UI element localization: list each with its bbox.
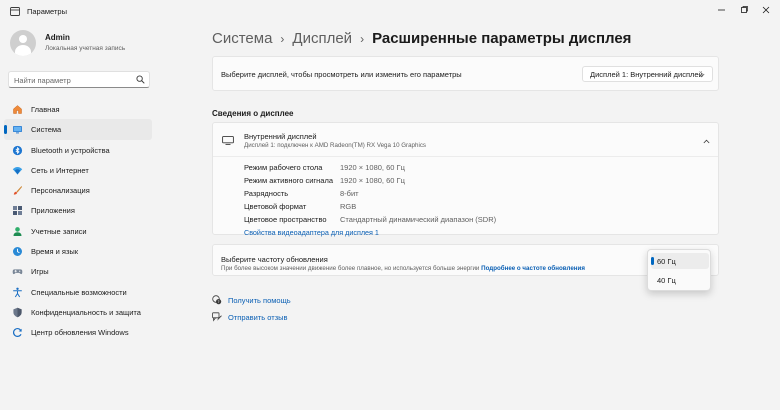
system-icon [12,124,23,135]
main-content: Система › Дисплей › Расширенные параметр… [160,22,780,410]
window-title: Параметры [27,7,67,16]
sidebar-item-gaming[interactable]: Игры [4,261,152,281]
account-type: Локальная учетная запись [45,45,126,52]
sidebar-item-windows-update[interactable]: Центр обновления Windows [4,322,152,342]
close-button[interactable] [756,3,776,17]
search-icon[interactable] [136,75,145,86]
chevron-right-icon: › [280,31,285,46]
refresh-rate-card: Выберите частоту обновления При более вы… [212,244,719,276]
sidebar-item-privacy[interactable]: Конфиденциальность и защита [4,302,152,322]
user-name: Admin [45,33,70,42]
page-title: Расширенные параметры дисплея [372,30,632,47]
search-box [8,71,150,88]
breadcrumb-display[interactable]: Дисплей [292,30,352,47]
refresh-rate-learn-more-link[interactable]: Подробнее о частоте обновления [481,265,585,272]
maximize-icon [741,6,748,13]
accounts-icon [12,226,23,237]
shield-icon [12,307,23,318]
gamepad-icon [12,266,23,277]
display-info-card: Внутренний дисплей Дисплей 1: подключен … [212,122,719,237]
sidebar-item-bluetooth[interactable]: Bluetooth и устройства [4,140,152,160]
search-input[interactable] [14,74,132,86]
home-icon [12,104,23,115]
display-select-value: Дисплей 1: Внутренний дисплей [590,70,703,79]
title-bar: Параметры [0,0,780,22]
sidebar-item-system[interactable]: Система [4,119,152,140]
refresh-rate-dropdown-list: 60 Гц 40 Гц [647,249,711,291]
refresh-rate-title: Выберите частоту обновления [221,255,328,264]
sidebar-item-accounts[interactable]: Учетные записи [4,221,152,241]
chevron-up-icon[interactable] [703,137,710,146]
adapter-properties-link[interactable]: Свойства видеоадаптера для дисплея 1 [244,228,379,237]
bluetooth-icon [12,145,23,156]
sidebar-item-accessibility[interactable]: Специальные возможности [4,282,152,302]
display-selector-card: Выберите дисплей, чтобы просмотреть или … [212,56,719,91]
help-icon: ? [212,295,222,307]
sidebar-item-network[interactable]: Сеть и Интернет [4,160,152,180]
globe-clock-icon [12,246,23,257]
display-name: Внутренний дисплей [244,132,317,141]
svg-text:?: ? [218,300,220,304]
close-icon [762,6,770,14]
monitor-icon [222,136,234,147]
sidebar-item-apps[interactable]: Приложения [4,200,152,220]
display-connection: Дисплей 1: подключен к AMD Radeon(TM) RX… [244,142,427,149]
display-selector-label: Выберите дисплей, чтобы просмотреть или … [221,70,462,79]
breadcrumb: Система › Дисплей › Расширенные параметр… [212,30,631,47]
accessibility-icon [12,287,23,298]
maximize-button[interactable] [734,3,754,17]
avatar [10,30,36,56]
brush-icon [12,185,23,196]
display-info-header[interactable]: Внутренний дисплей Дисплей 1: подключен … [213,123,718,157]
update-icon [12,327,23,338]
chevron-down-icon [698,71,705,80]
network-icon [12,165,23,176]
refresh-option-60[interactable]: 60 Гц [651,253,709,269]
sidebar-nav: Главная Система Bluetooth и устройства С… [4,99,152,343]
display-select-dropdown[interactable]: Дисплей 1: Внутренний дисплей [582,66,713,82]
section-heading-display-info: Сведения о дисплее [212,109,294,118]
refresh-option-40[interactable]: 40 Гц [651,272,709,288]
feedback-icon [212,312,222,324]
minimize-button[interactable] [712,3,732,17]
apps-icon [12,205,23,216]
sidebar: Admin Локальная учетная запись Главная С… [0,22,160,410]
sidebar-item-personalization[interactable]: Персонализация [4,180,152,200]
minimize-icon [718,9,725,11]
chevron-right-icon: › [360,31,365,46]
breadcrumb-system[interactable]: Система [212,30,272,47]
refresh-rate-description: При более высоком значении движение боле… [221,265,585,272]
app-back-icon[interactable] [10,7,20,16]
sidebar-item-home[interactable]: Главная [4,99,152,119]
sidebar-item-time-language[interactable]: Время и язык [4,241,152,261]
